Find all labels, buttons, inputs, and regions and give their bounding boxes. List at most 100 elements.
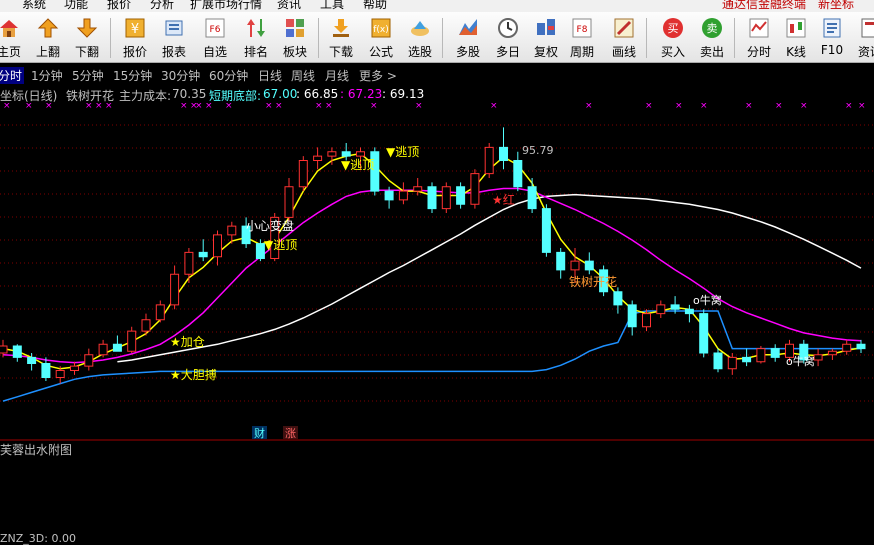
candle-body	[484, 146, 494, 175]
candle-body	[284, 186, 294, 218]
menu-analysis[interactable]: 分析	[150, 0, 174, 12]
period-5min[interactable]: 5分钟	[72, 67, 104, 84]
bottom-indicator: ZNZ_3D: 0.00	[0, 532, 76, 545]
candle-body	[384, 190, 394, 201]
x-marker: ×	[585, 103, 593, 111]
candle-body	[527, 186, 537, 210]
value-2: : 66.85	[296, 87, 339, 101]
candle-body	[0, 345, 8, 354]
menu-tools[interactable]: 工具	[320, 0, 344, 12]
draw-line-button[interactable]: 画线	[602, 15, 646, 61]
svg-text:¥: ¥	[131, 22, 139, 37]
period-daily[interactable]: 日线	[258, 67, 282, 84]
candle-body	[584, 260, 594, 271]
candle-body	[742, 356, 752, 363]
kline-chart[interactable]: × × × × × × × ×× × × × × × × × × × × × × × × × × × × ▼逃顶 ▼逃顶 ▼逃顶 …	[0, 103, 874, 441]
svg-text:F6: F6	[210, 25, 221, 35]
period-weekly[interactable]: 周线	[291, 67, 315, 84]
ma-slow-line	[117, 193, 862, 363]
menu-extended-market[interactable]: 扩展市场行情	[190, 0, 262, 12]
candle-body	[699, 313, 709, 354]
x-marker: ×	[645, 103, 653, 111]
menu-function[interactable]: 功能	[64, 0, 88, 12]
peak-price-label: 95.79	[522, 144, 554, 157]
period-30min[interactable]: 30分钟	[161, 67, 200, 84]
subchart-title: 芙蓉出水附图	[0, 443, 73, 457]
ranking-icon	[247, 19, 265, 37]
menu-system[interactable]: 系统	[22, 0, 46, 12]
x-marker: ×	[845, 103, 853, 111]
period-monthly[interactable]: 月线	[325, 67, 349, 84]
x-marker: ×	[3, 103, 11, 111]
candle-body	[127, 330, 137, 352]
period-f8-icon: F8	[572, 18, 592, 38]
candle-body	[684, 308, 694, 315]
indicator-title: 新坐标	[818, 0, 855, 11]
sector-button[interactable]: 板块	[273, 15, 317, 61]
news-button[interactable]: 资讯	[848, 15, 874, 61]
indicator-tag: 铁树开花	[66, 89, 115, 103]
menu-info[interactable]: 资讯	[277, 0, 301, 12]
candle-body	[227, 225, 237, 236]
bull-nest-label: o牛窝	[693, 293, 722, 307]
period-intraday[interactable]: 分时	[0, 67, 25, 84]
candle-body	[756, 348, 766, 363]
cost-label: 主力成本:	[119, 89, 172, 103]
x-marker: ×	[490, 103, 498, 111]
candle-body	[313, 155, 323, 161]
candle-body	[856, 343, 866, 350]
stock-pick-button[interactable]: 选股	[398, 15, 442, 61]
escape-top-label: ▼逃顶	[341, 158, 374, 172]
candle-body	[298, 160, 308, 188]
x-marker: ×	[95, 103, 103, 111]
x-marker: ×	[370, 103, 378, 111]
period-15min[interactable]: 15分钟	[113, 67, 152, 84]
period-60min[interactable]: 60分钟	[209, 67, 248, 84]
candle-body	[656, 304, 666, 315]
candle-body	[413, 186, 423, 192]
intraday-icon	[749, 18, 769, 38]
f10-icon	[823, 18, 841, 38]
add-position-label: ★加仓	[170, 335, 205, 349]
candle-body	[356, 151, 365, 157]
escape-top-label: ▼逃顶	[264, 238, 297, 252]
home-icon	[0, 20, 18, 37]
period-1min[interactable]: 1分钟	[31, 67, 63, 84]
candle-body	[184, 251, 194, 275]
x-marker: ×	[325, 103, 333, 111]
candle-body	[213, 234, 222, 258]
candle-body	[570, 260, 580, 271]
x-marker: ×	[205, 103, 213, 111]
candle-body	[98, 343, 108, 356]
sell-button[interactable]: 卖 卖出	[690, 15, 734, 61]
candle-body	[670, 304, 680, 310]
svg-text:F8: F8	[577, 25, 588, 35]
x-marker: ×	[225, 103, 233, 111]
cost-value: 70.35	[172, 87, 207, 101]
multi-day-icon	[498, 18, 518, 38]
candle-body	[556, 251, 566, 271]
period-more[interactable]: 更多 >	[359, 67, 397, 84]
x-marker: ×	[675, 103, 683, 111]
menu-help[interactable]: 帮助	[363, 0, 387, 12]
x-marker: ×	[858, 103, 866, 111]
report-icon	[165, 20, 183, 36]
candle-body	[155, 304, 165, 321]
x-marker: ×	[775, 103, 783, 111]
menu-quote[interactable]: 报价	[107, 0, 131, 12]
x-marker: ×	[180, 103, 188, 111]
menu-bar: 系统 功能 报价 分析 扩展市场行情 资讯 工具 帮助 通达信金融终端 新坐标	[0, 0, 874, 12]
x-marker: ×	[700, 103, 708, 111]
candle-body	[141, 319, 151, 332]
svg-text:卖: 卖	[707, 22, 718, 35]
candles	[0, 127, 866, 384]
x-marker: ×	[195, 103, 203, 111]
x-markers: × × × × × × × ×× × × × × × × × × × × × × × × × × × ×	[3, 103, 866, 111]
x-marker: ×	[265, 103, 273, 111]
candle-body	[398, 190, 408, 201]
candle-body	[499, 146, 508, 161]
buy-icon: 买	[663, 18, 683, 38]
candle-body	[541, 208, 551, 253]
page-down-button[interactable]: 下翻	[65, 15, 109, 61]
page-down-icon	[76, 18, 98, 38]
